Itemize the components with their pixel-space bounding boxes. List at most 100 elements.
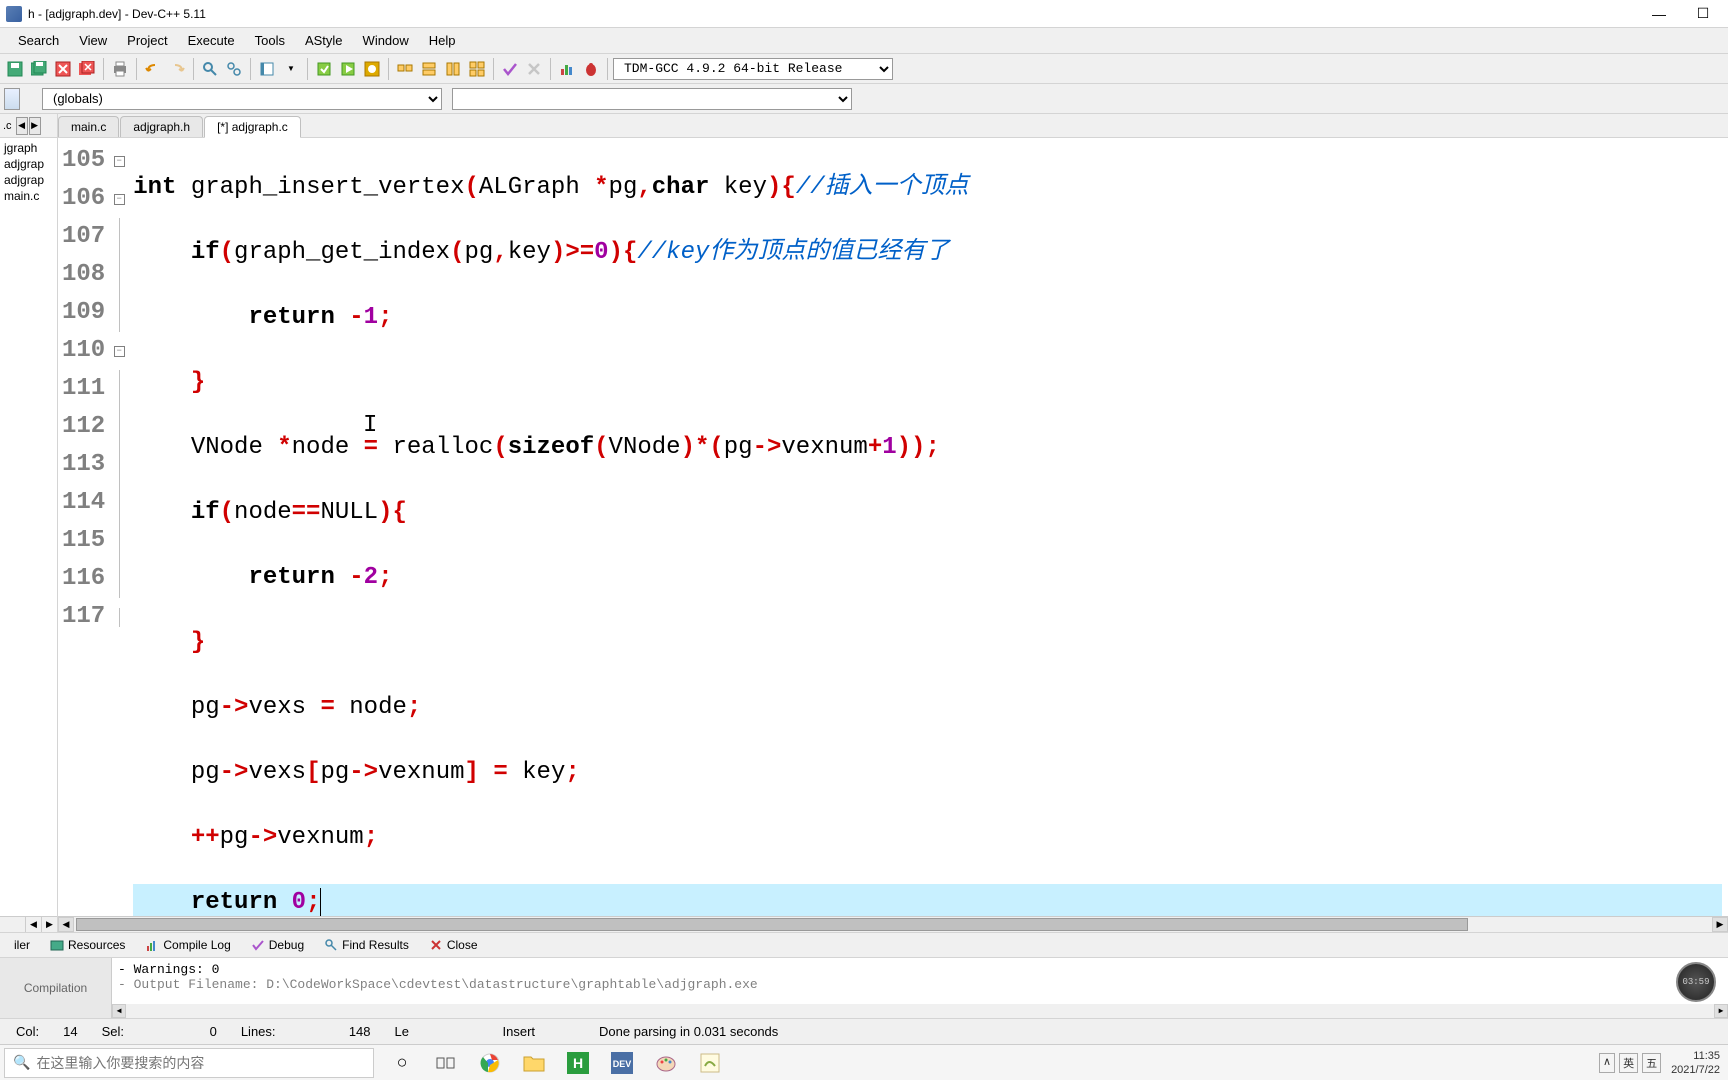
code-content[interactable]: int graph_insert_vertex(ALGraph *pg,char…: [127, 138, 1728, 916]
scroll-thumb[interactable]: [76, 918, 1468, 931]
status-sel-value: 0: [202, 1024, 225, 1039]
tab-close[interactable]: Close: [419, 935, 488, 955]
hbuilder-icon[interactable]: H: [562, 1047, 594, 1079]
redo-button[interactable]: [166, 58, 188, 80]
tile-h-button[interactable]: [418, 58, 440, 80]
tile-v-button[interactable]: [442, 58, 464, 80]
compile-log-pane: Compilation - Warnings: 0 - Output Filen…: [0, 958, 1728, 1018]
menu-search[interactable]: Search: [8, 30, 69, 51]
profile-button[interactable]: [556, 58, 578, 80]
log-scroll-right-icon[interactable]: ▶: [1714, 1004, 1728, 1018]
close-all-button[interactable]: [76, 58, 98, 80]
bottom-tabs: iler Resources Compile Log Debug Find Re…: [0, 932, 1728, 958]
tab-debug[interactable]: Debug: [241, 935, 314, 955]
minimize-button[interactable]: —: [1646, 4, 1672, 24]
menu-execute[interactable]: Execute: [178, 30, 245, 51]
side-tab-c[interactable]: .c: [0, 118, 15, 134]
list-item[interactable]: adjgrap: [2, 156, 55, 172]
status-insert: Insert: [495, 1024, 544, 1039]
compile-run-button[interactable]: [361, 58, 383, 80]
run-button[interactable]: [337, 58, 359, 80]
svg-text:H: H: [573, 1055, 583, 1071]
side-panel-toggle[interactable]: [4, 88, 20, 110]
goto-bookmark-button[interactable]: ▼: [280, 58, 302, 80]
tile-grid-button[interactable]: [466, 58, 488, 80]
code-editor[interactable]: 105106107108 109110111112 113114115116 1…: [58, 138, 1728, 916]
save-all-button[interactable]: [28, 58, 50, 80]
tab-adjgraph-h[interactable]: adjgraph.h: [120, 116, 203, 137]
scroll-right-icon[interactable]: ▶: [1712, 917, 1728, 932]
replace-button[interactable]: [223, 58, 245, 80]
ime-indicator[interactable]: ∧ 英 五: [1599, 1053, 1661, 1073]
side-file-list[interactable]: jgraph adjgrap adjgrap main.c: [0, 138, 57, 916]
list-item[interactable]: adjgrap: [2, 172, 55, 188]
window-title: h - [adjgraph.dev] - Dev-C++ 5.11: [28, 7, 1646, 21]
check-button[interactable]: [499, 58, 521, 80]
system-clock[interactable]: 11:35 2021/7/22: [1671, 1049, 1720, 1077]
tab-main-c[interactable]: main.c: [58, 116, 119, 137]
recording-timer: 03:59: [1676, 962, 1716, 1002]
tab-compiler[interactable]: iler: [4, 935, 40, 955]
function-select[interactable]: [452, 88, 852, 110]
toggle-bookmark-button[interactable]: [256, 58, 278, 80]
editor-hscroll[interactable]: ◀ ▶: [58, 916, 1728, 932]
list-item[interactable]: jgraph: [2, 140, 55, 156]
globals-select[interactable]: (globals): [42, 88, 442, 110]
title-bar: h - [adjgraph.dev] - Dev-C++ 5.11 — ☐: [0, 0, 1728, 28]
scroll-left-icon[interactable]: ◀: [58, 917, 74, 932]
save-button[interactable]: [4, 58, 26, 80]
tab-compile-log[interactable]: Compile Log: [135, 935, 240, 955]
devcpp-taskbar-icon[interactable]: DEV: [606, 1047, 638, 1079]
status-lines-value: 148: [341, 1024, 379, 1039]
side-nav-right-icon[interactable]: ▶: [29, 117, 41, 135]
cancel-button[interactable]: [523, 58, 545, 80]
log-scroll-left-icon[interactable]: ◀: [112, 1004, 126, 1018]
maximize-button[interactable]: ☐: [1690, 4, 1716, 24]
chrome-icon[interactable]: [474, 1047, 506, 1079]
list-item[interactable]: main.c: [2, 188, 55, 204]
search-icon: 🔍: [13, 1054, 30, 1071]
print-button[interactable]: [109, 58, 131, 80]
log-category[interactable]: Compilation: [0, 958, 112, 1018]
windows-search[interactable]: 🔍: [4, 1048, 374, 1078]
compiler-select[interactable]: TDM-GCC 4.9.2 64-bit Release: [613, 58, 893, 80]
status-col-label: Col:: [8, 1024, 47, 1039]
debug-button[interactable]: [580, 58, 602, 80]
paint-icon[interactable]: [650, 1047, 682, 1079]
status-bar: Col: 14 Sel: 0 Lines: 148 Le Insert Done…: [0, 1018, 1728, 1044]
undo-button[interactable]: [142, 58, 164, 80]
side-panel: .c ◀ ▶ jgraph adjgrap adjgrap main.c ◀ ▶: [0, 114, 58, 932]
log-output[interactable]: - Warnings: 0 - Output Filename: D:\Code…: [112, 958, 1728, 1018]
task-view-icon[interactable]: [430, 1047, 462, 1079]
tab-find-results[interactable]: Find Results: [314, 935, 419, 955]
fold-gutter[interactable]: − − −: [111, 138, 127, 916]
editor-area: main.c adjgraph.h [*] adjgraph.c 1051061…: [58, 114, 1728, 932]
cortana-icon[interactable]: ○: [386, 1047, 418, 1079]
new-window-button[interactable]: [394, 58, 416, 80]
compile-button[interactable]: [313, 58, 335, 80]
menu-project[interactable]: Project: [117, 30, 177, 51]
secondary-bar: (globals): [0, 84, 1728, 114]
find-button[interactable]: [199, 58, 221, 80]
editor-tabs: main.c adjgraph.h [*] adjgraph.c: [58, 114, 1728, 138]
status-col-value: 14: [55, 1024, 85, 1039]
close-file-button[interactable]: [52, 58, 74, 80]
status-lines-label: Lines:: [233, 1024, 333, 1039]
side-scroll-left-icon[interactable]: ◀: [25, 917, 41, 932]
app-icon: [6, 6, 22, 22]
menu-view[interactable]: View: [69, 30, 117, 51]
side-nav-left-icon[interactable]: ◀: [16, 117, 28, 135]
app-icon[interactable]: [694, 1047, 726, 1079]
menu-tools[interactable]: Tools: [245, 30, 295, 51]
menu-bar: Search View Project Execute Tools AStyle…: [0, 28, 1728, 54]
tab-adjgraph-c[interactable]: [*] adjgraph.c: [204, 116, 301, 138]
search-input[interactable]: [36, 1055, 365, 1071]
menu-astyle[interactable]: AStyle: [295, 30, 353, 51]
line-gutter: 105106107108 109110111112 113114115116 1…: [58, 138, 111, 916]
menu-help[interactable]: Help: [419, 30, 466, 51]
explorer-icon[interactable]: [518, 1047, 550, 1079]
side-scroll-right-icon[interactable]: ▶: [41, 917, 57, 932]
tab-resources[interactable]: Resources: [40, 935, 135, 955]
menu-window[interactable]: Window: [353, 30, 419, 51]
status-sel-label: Sel:: [94, 1024, 194, 1039]
